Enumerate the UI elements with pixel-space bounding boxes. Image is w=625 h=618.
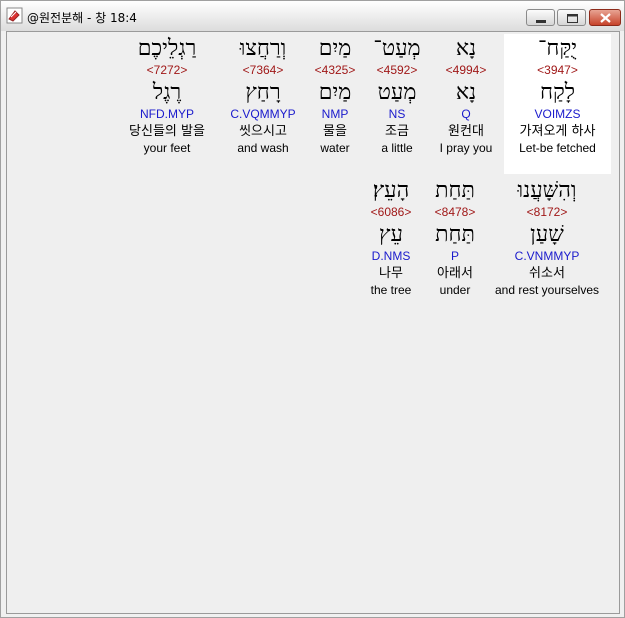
word-column[interactable]: הָעֵץ׃ <6086> עֵץ D.NMS 나무 the tree [362,178,420,298]
window-title: @원전분해 - 창 18:4 [27,11,137,25]
word-column[interactable]: יֻקַּח־ <3947> לָקַח VOIMZS 가져오게 하사 Let-… [504,36,611,156]
lexeme: רֶגֶל [152,80,182,105]
korean-gloss: 나무 [379,266,403,281]
strong-number[interactable]: <8478> [427,204,483,220]
hebrew-word: יֻקַּח־ [538,36,577,61]
minimize-button[interactable] [526,9,555,26]
morphology: Q [461,107,471,121]
hebrew-word: וְרַחֲצוּ [239,36,287,61]
english-gloss: and rest yourselves [494,283,600,297]
korean-gloss: 조금 [385,124,409,139]
english-gloss: and wash [237,141,289,155]
hebrew-word: הָעֵץ׃ [372,178,410,203]
korean-gloss: 가져오게 하사 [519,124,596,139]
hebrew-word: תַּחַת [435,178,475,203]
strong-number[interactable]: <7364> [223,62,303,78]
lexeme: מַיִם [318,80,352,105]
maximize-icon [567,14,578,23]
lexeme: מְעַט [377,80,417,105]
english-gloss: a little [381,141,413,155]
morphology: NFD.MYP [140,107,194,121]
hebrew-word: רַגְלֵיכֶם [137,36,197,61]
word-column[interactable]: תַּחַת <8478> תַּחַת P 아래서 under [427,178,483,298]
english-gloss: your feet [143,141,191,155]
hebrew-word: מַיִם [318,36,352,61]
morphology: P [450,249,459,263]
english-gloss: the tree [370,283,412,297]
hebrew-word: נָא [455,36,477,61]
strong-number[interactable]: <4994> [433,62,499,78]
english-gloss: I pray you [439,141,493,155]
morphology: NS [388,107,406,121]
app-window: @원전분해 - 창 18:4 יֻקַּח־ <3947> לָקַח VOIM… [0,0,625,618]
strong-number[interactable]: <3947> [504,62,611,78]
strong-number[interactable]: <4325> [307,62,363,78]
morphology: C.VQMMYP [230,107,296,121]
morphology: NMP [321,107,349,121]
title-bar[interactable]: @원전분해 - 창 18:4 [1,1,624,31]
korean-gloss: 원컨대 [448,124,484,139]
hebrew-word: מְעַט־ [373,36,421,61]
maximize-button[interactable] [557,9,586,26]
lexeme: שָׁעַן [530,222,564,247]
korean-gloss: 아래서 [437,266,473,281]
lexeme: לָקַח [539,80,576,105]
strong-number[interactable]: <7272> [117,62,217,78]
word-column[interactable]: מַיִם <4325> מַיִם NMP 물을 water [307,36,363,156]
english-gloss: water [320,141,350,155]
lexeme: תַּחַת [435,222,475,247]
word-column[interactable]: וְהִשָּׁעֲנוּ <8172> שָׁעַן C.VNMMYP 쉬소서… [487,178,607,298]
word-column[interactable]: מְעַט־ <4592> מְעַט NS 조금 a little [369,36,425,156]
lexeme: רָחַץ [245,80,281,105]
close-button[interactable] [589,9,621,26]
hebrew-word: וְהִשָּׁעֲנוּ [517,178,577,203]
korean-gloss: 쉬소서 [529,266,565,281]
app-icon [6,7,23,24]
word-column[interactable]: נָא <4994> נָא Q 원컨대 I pray you [433,36,499,156]
korean-gloss: 물을 [323,124,347,139]
english-gloss: under [439,283,471,297]
lexeme: נָא [455,80,477,105]
word-column[interactable]: וְרַחֲצוּ <7364> רָחַץ C.VQMMYP 씻으시고 and… [223,36,303,156]
korean-gloss: 씻으시고 [239,124,287,139]
strong-number[interactable]: <4592> [369,62,425,78]
minimize-icon [536,20,546,23]
strong-number[interactable]: <8172> [487,204,607,220]
morphology: C.VNMMYP [514,249,580,263]
morphology: VOIMZS [534,107,581,121]
interlinear-panel: יֻקַּח־ <3947> לָקַח VOIMZS 가져오게 하사 Let-… [6,31,620,614]
korean-gloss: 당신들의 발을 [129,124,205,139]
morphology: D.NMS [371,249,411,263]
lexeme: עֵץ [379,222,403,247]
word-column[interactable]: רַגְלֵיכֶם <7272> רֶגֶל NFD.MYP 당신들의 발을 … [117,36,217,156]
close-icon [600,13,611,23]
english-gloss: Let-be fetched [519,141,596,155]
strong-number[interactable]: <6086> [362,204,420,220]
